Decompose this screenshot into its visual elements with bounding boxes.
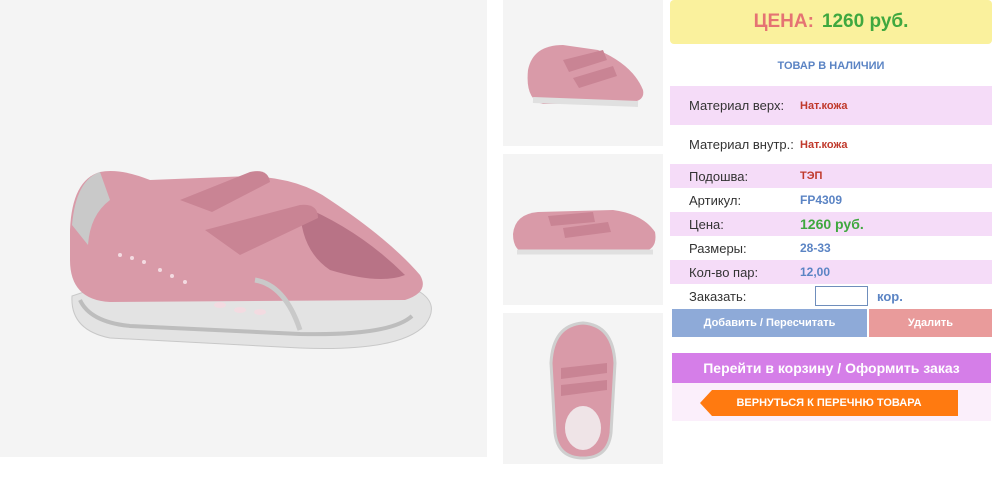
attr-key: Подошва: <box>689 168 749 184</box>
price-banner: ЦЕНА: 1260 руб. <box>670 0 992 44</box>
thumbnail-side-view[interactable] <box>503 0 663 146</box>
sneaker-thumbnail-3 <box>549 321 617 460</box>
price-banner-label: ЦЕНА: <box>753 11 814 32</box>
attr-value: ТЭП <box>800 170 823 182</box>
thumbnail-profile-view[interactable] <box>503 154 663 305</box>
attr-value: FP4309 <box>800 193 843 207</box>
go-to-cart-button[interactable]: Перейти в корзину / Оформить заказ <box>672 353 991 383</box>
attr-value: Нат.кожа <box>800 138 848 151</box>
thumbnail-top-view[interactable] <box>503 313 663 464</box>
order-row: Заказать: кор. <box>670 284 992 308</box>
back-button-container: ВЕРНУТЬСЯ К ПЕРЕЧНЮ ТОВАРА <box>672 383 991 421</box>
attr-key: Артикул: <box>689 192 742 208</box>
stock-status: ТОВАР В НАЛИЧИИ <box>777 60 885 72</box>
sneaker-thumbnail-2 <box>513 210 656 255</box>
attr-row-article: Артикул: FP4309 <box>670 188 992 212</box>
price-banner-value: 1260 руб. <box>821 11 909 32</box>
attr-row-sole: Подошва: ТЭП <box>670 164 992 188</box>
attr-value: 12,00 <box>800 265 831 279</box>
attr-key: Цена: <box>689 216 724 232</box>
main-product-image[interactable] <box>0 0 487 457</box>
attr-row-pairs: Кол-во пар: 12,00 <box>670 260 992 284</box>
attr-row-inner-material: Материал внутр.: Нат.кожа <box>670 125 992 164</box>
attr-key: Кол-во пар: <box>689 264 759 280</box>
attr-value: Нат.кожа <box>800 99 848 112</box>
attr-value: 28-33 <box>800 241 831 255</box>
back-to-list-button[interactable]: ВЕРНУТЬСЯ К ПЕРЕЧНЮ ТОВАРА <box>700 390 958 416</box>
attr-row-upper-material: Материал верх: Нат.кожа <box>670 86 992 125</box>
attr-key: Материал внутр.: <box>689 137 794 152</box>
sneaker-thumbnail-1 <box>527 45 644 107</box>
attr-key: Материал верх: <box>689 98 785 113</box>
product-attributes: Материал верх: Нат.кожа Материал внутр.:… <box>670 86 992 308</box>
sneaker-illustration <box>70 171 432 349</box>
add-recalculate-button[interactable]: Добавить / Пересчитать <box>672 309 867 337</box>
attr-row-sizes: Размеры: 28-33 <box>670 236 992 260</box>
attr-row-price: Цена: 1260 руб. <box>670 212 992 236</box>
attr-value: 1260 руб. <box>800 216 864 232</box>
quantity-input[interactable] <box>815 286 868 306</box>
quantity-unit: кор. <box>877 288 903 304</box>
delete-button[interactable]: Удалить <box>869 309 992 337</box>
order-label: Заказать: <box>689 288 747 304</box>
attr-key: Размеры: <box>689 240 747 256</box>
